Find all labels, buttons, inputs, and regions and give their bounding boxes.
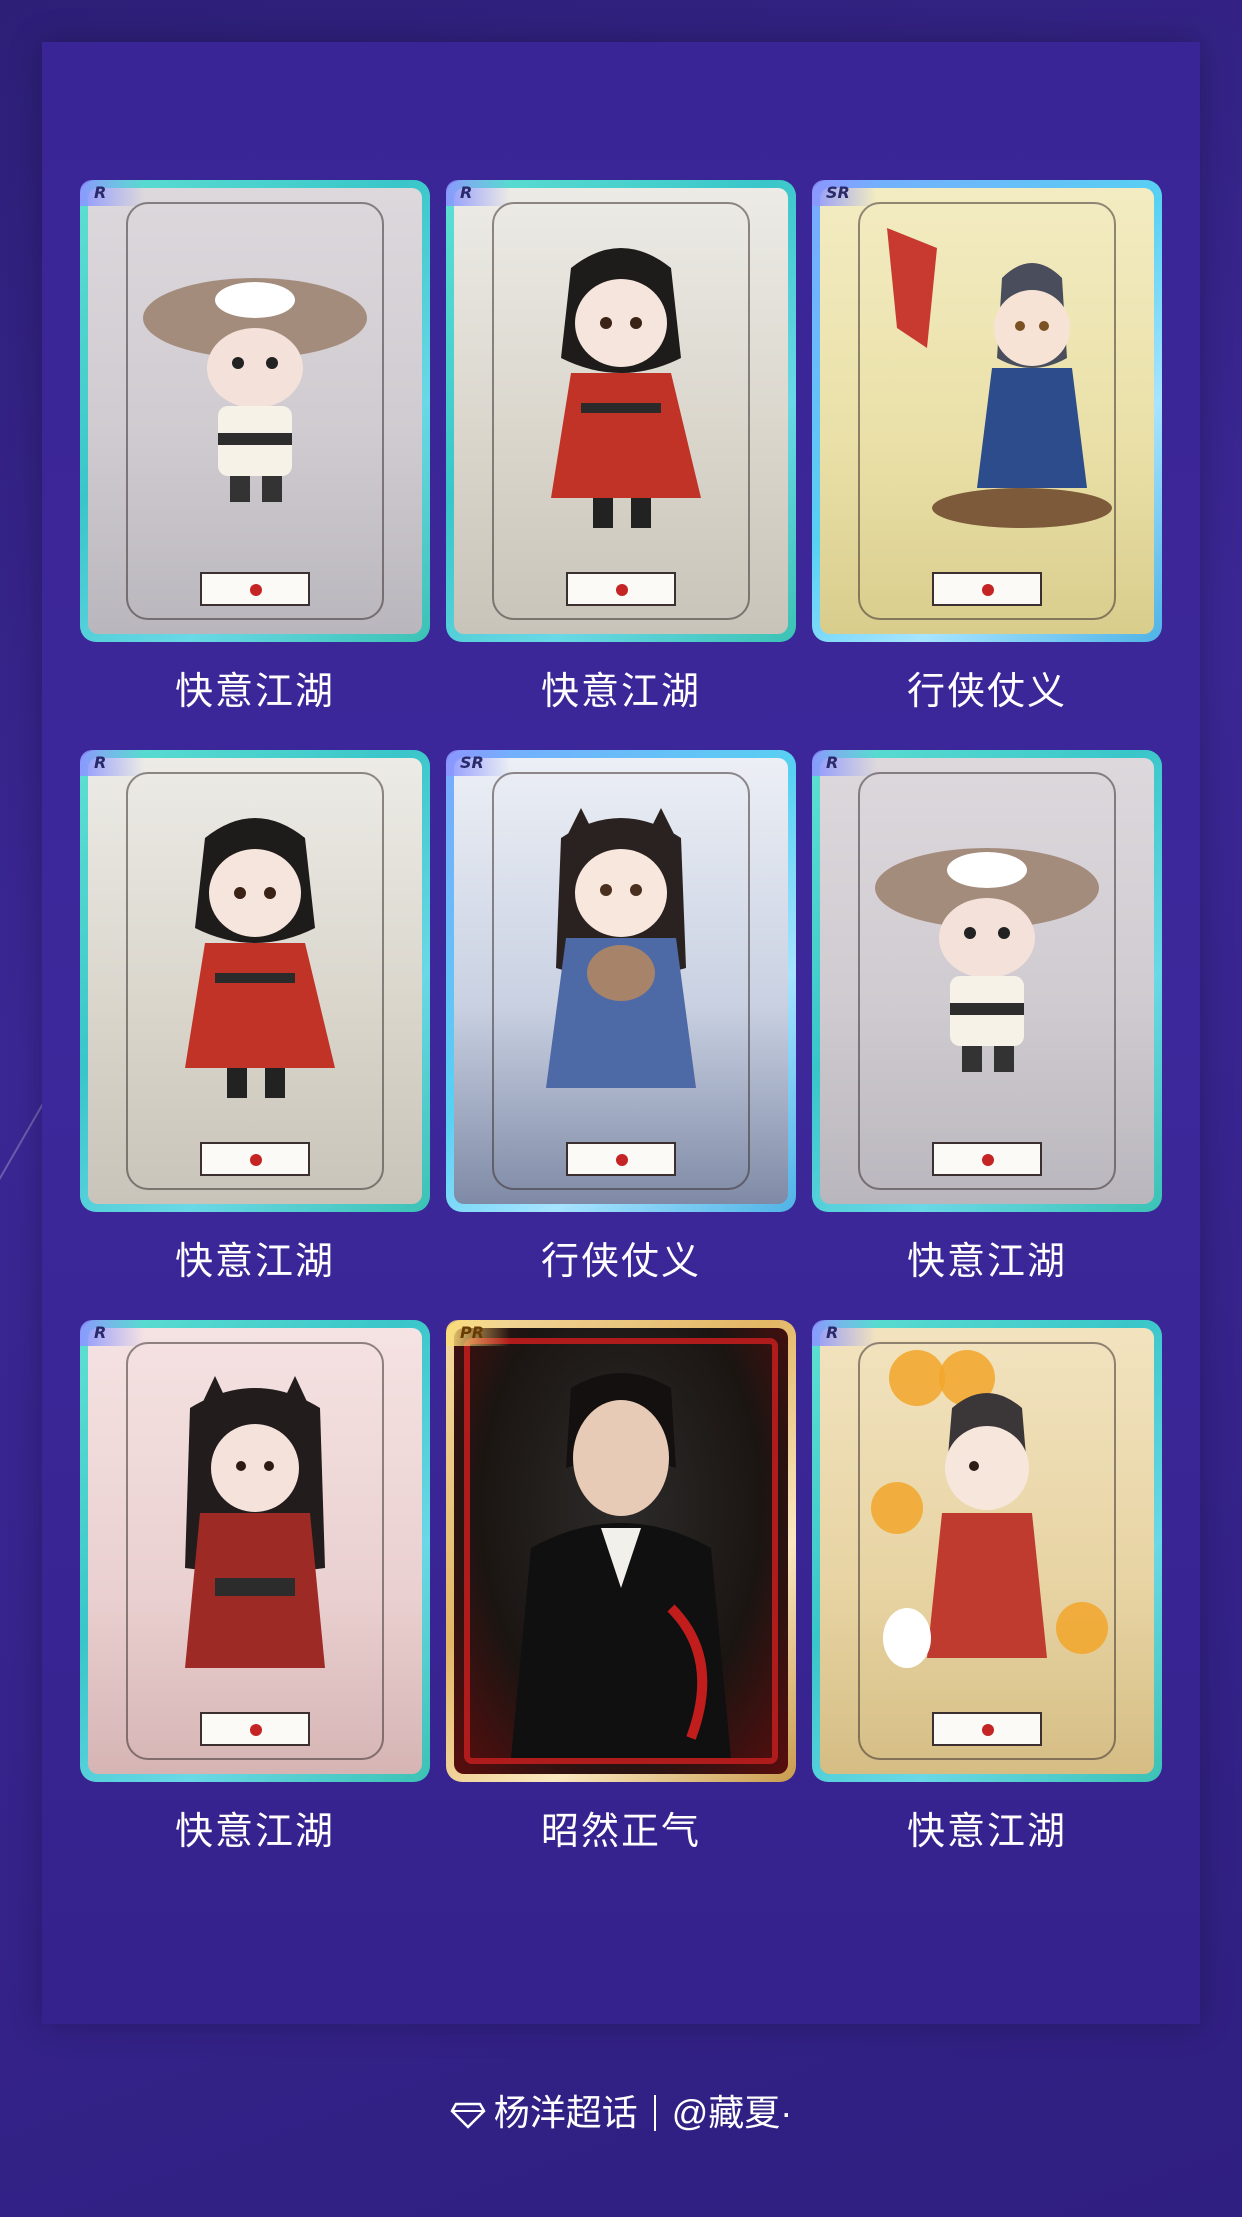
card-frame: SR — [812, 180, 1162, 642]
card-title: 快意江湖 — [174, 1811, 335, 1853]
chibi-lucky-cat-character-illustration — [871, 1350, 1108, 1668]
card-art — [820, 758, 1154, 1204]
rarity-badge: SR — [812, 180, 876, 206]
chibi-swordsman-illustration — [185, 818, 335, 1098]
rarity-badge: SR — [446, 750, 510, 776]
card-frame: R — [80, 1320, 430, 1782]
chibi-flag-warrior-illustration — [887, 228, 1112, 528]
card-art — [88, 188, 422, 634]
card-title: 昭然正气 — [540, 1811, 701, 1853]
chibi-cat-ear-swordsman-illustration — [185, 1376, 325, 1668]
author-handle[interactable]: @藏夏· — [672, 2092, 793, 2133]
card-art — [88, 758, 422, 1204]
divider — [653, 2095, 656, 2131]
logo-stamp — [566, 1142, 676, 1176]
actor-portrait-photo — [511, 1373, 731, 1758]
logo-stamp — [200, 1712, 310, 1746]
card-art — [454, 758, 788, 1204]
card-title: 快意江湖 — [174, 1241, 335, 1283]
card-frame: PR — [446, 1320, 796, 1782]
card-art — [454, 188, 788, 634]
rarity-badge: R — [80, 180, 144, 206]
card-frame: R — [80, 180, 430, 642]
rarity-badge: PR — [446, 1320, 510, 1346]
card-art — [820, 1328, 1154, 1774]
card-art — [454, 1328, 788, 1774]
diamond-icon — [450, 2102, 486, 2129]
card-frame: R — [812, 1320, 1162, 1782]
logo-stamp — [200, 1142, 310, 1176]
card-frame: R — [812, 750, 1162, 1212]
rarity-badge: R — [446, 180, 510, 206]
logo-stamp — [932, 1142, 1042, 1176]
rarity-badge: R — [812, 1320, 876, 1346]
card-title: 快意江湖 — [174, 671, 335, 713]
footer-credit: 杨洋超话 @藏夏· — [0, 2084, 1242, 2136]
card-art — [820, 188, 1154, 634]
rarity-badge: R — [80, 750, 144, 776]
card-title: 行侠仗义 — [540, 1241, 701, 1283]
card-frame: SR — [446, 750, 796, 1212]
chibi-hat-character-illustration — [143, 278, 367, 502]
card-title: 快意江湖 — [540, 671, 701, 713]
chibi-hat-character-illustration — [875, 848, 1099, 1072]
rarity-badge: R — [80, 1320, 144, 1346]
card-frame: R — [80, 750, 430, 1212]
card-art — [88, 1328, 422, 1774]
card-frame: R — [446, 180, 796, 642]
rarity-badge: R — [812, 750, 876, 776]
chibi-swordsman-illustration — [551, 248, 701, 528]
card-title: 行侠仗义 — [906, 671, 1067, 713]
logo-stamp — [566, 572, 676, 606]
logo-stamp — [932, 1712, 1042, 1746]
chibi-cat-ear-character-illustration — [546, 808, 696, 1088]
logo-stamp — [932, 572, 1042, 606]
community-name[interactable]: 杨洋超话 — [494, 2092, 638, 2133]
card-title: 快意江湖 — [906, 1241, 1067, 1283]
card-title: 快意江湖 — [906, 1811, 1067, 1853]
logo-stamp — [200, 572, 310, 606]
